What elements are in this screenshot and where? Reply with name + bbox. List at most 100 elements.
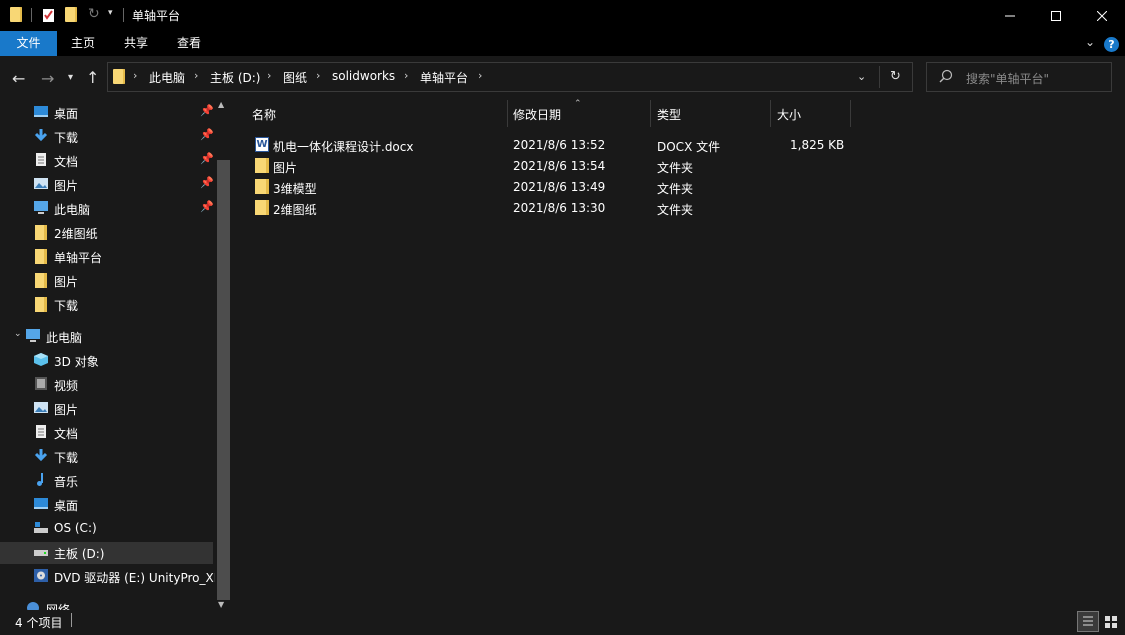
pin-icon[interactable]: 📌 [200,128,214,141]
breadcrumb-drawings[interactable]: 图纸 [283,69,307,86]
refresh-icon[interactable]: ↻ [890,69,901,84]
sidebar-item-this-pc-child[interactable]: 图片 [0,396,216,420]
divider [71,613,72,627]
sidebar-item-quick-access[interactable]: 图片 📌 [0,172,216,196]
forward-icon[interactable]: → [41,69,54,88]
file-date: 2021/8/6 13:54 [513,159,606,173]
sidebar-item-this-pc-child[interactable]: 主板 (D:) [0,540,216,564]
properties-icon[interactable] [42,7,56,23]
back-icon[interactable]: ← [12,69,25,88]
sidebar-item-quick-access[interactable]: 单轴平台 [0,244,216,268]
breadcrumb-separator: › [267,69,272,82]
column-header-type[interactable]: 类型 [657,106,681,123]
expand-ribbon-icon[interactable]: ⌄ [1085,35,1095,49]
pin-icon[interactable]: 📌 [200,200,214,213]
video-icon [33,376,49,391]
breadcrumb-this-pc[interactable]: 此电脑 [149,69,185,86]
sidebar-item-this-pc-child[interactable]: 3D 对象 [0,348,216,372]
sidebar-item-this-pc-child[interactable]: 桌面 [0,492,216,516]
help-icon[interactable]: ? [1104,37,1119,52]
breadcrumb-drive-d[interactable]: 主板 (D:) [210,69,260,86]
new-folder-icon[interactable] [65,7,79,23]
column-header-name[interactable]: 名称 [252,106,276,123]
file-row[interactable]: 2维图纸 2021/8/6 13:30 文件夹 [250,197,850,218]
tab-view[interactable]: 查看 [163,31,215,56]
desktop-icon [33,496,49,511]
column-header-size[interactable]: 大小 [777,106,801,123]
up-icon[interactable]: ↑ [86,68,99,87]
sidebar-item-this-pc-child[interactable]: 视频 [0,372,216,396]
file-type: DOCX 文件 [657,140,721,154]
file-size: 1,825 KB [790,138,845,152]
sidebar-item-label: 下载 [54,131,79,145]
file-name: 2维图纸 [273,203,317,217]
sidebar-item-quick-access[interactable]: 文档 📌 [0,148,216,172]
breadcrumb-separator: › [316,69,321,82]
sidebar-item-this-pc-child[interactable]: DVD 驱动器 (E:) UnityPro_XL [0,564,220,588]
divider [31,8,32,22]
title-bar: ↻ ▾ 单轴平台 [0,0,1125,31]
details-view-button[interactable] [1077,611,1099,632]
close-button[interactable] [1079,0,1125,31]
breadcrumb-separator: › [194,69,199,82]
pin-icon[interactable]: 📌 [200,152,214,165]
tab-home[interactable]: 主页 [57,31,109,56]
scroll-down-icon[interactable]: ▼ [218,600,224,609]
sidebar-item-quick-access[interactable]: 下载 [0,292,216,316]
folder-icon [33,224,49,240]
sidebar-item-this-pc-child[interactable]: OS (C:) [0,516,216,540]
sort-indicator-icon: ⌃ [574,99,582,109]
column-divider[interactable] [507,100,508,127]
sidebar-item-quick-access[interactable]: 桌面 📌 [0,100,216,124]
sidebar-item-this-pc-child[interactable]: 下载 [0,444,216,468]
maximize-button[interactable] [1033,0,1079,31]
divider [123,8,124,22]
item-count: 4 个项目 [15,616,63,630]
sidebar-item-label: 音乐 [54,475,79,489]
breadcrumb-solidworks[interactable]: solidworks [332,69,395,83]
pin-icon[interactable]: 📌 [200,176,214,189]
sidebar-item-this-pc-child[interactable]: 音乐 [0,468,216,492]
computer-icon [25,328,41,343]
sidebar-item-label: DVD 驱动器 (E:) UnityPro_XL [54,571,221,585]
column-divider[interactable] [650,100,651,127]
sidebar-item-quick-access[interactable]: 图片 [0,268,216,292]
sidebar-item-quick-access[interactable]: 此电脑 📌 [0,196,216,220]
file-row[interactable]: 图片 2021/8/6 13:54 文件夹 [250,155,850,176]
status-bar [0,610,1125,634]
file-row[interactable]: 3维模型 2021/8/6 13:49 文件夹 [250,176,850,197]
file-type: 文件夹 [657,161,694,175]
column-divider[interactable] [770,100,771,127]
customize-toolbar-icon[interactable]: ▾ [108,8,122,24]
file-row[interactable]: W 机电一体化课程设计.docx 2021/8/6 13:52 DOCX 文件 1,82… [250,134,850,155]
scroll-up-icon[interactable]: ▲ [218,100,224,109]
folder-icon [255,158,269,173]
sidebar-item-label: 单轴平台 [54,251,103,265]
breadcrumb-current[interactable]: 单轴平台 [420,69,468,86]
folder-icon [33,272,49,288]
document-icon [33,424,49,439]
folder-icon [255,179,269,194]
column-header-date[interactable]: 修改日期 [513,106,561,123]
sidebar-scrollbar-thumb[interactable] [217,160,230,600]
pin-icon[interactable]: 📌 [200,104,214,117]
sidebar-item-quick-access[interactable]: 2维图纸 [0,220,216,244]
sidebar-item-this-pc-child[interactable]: 文档 [0,420,216,444]
tab-share[interactable]: 共享 [109,31,163,56]
address-history-icon[interactable]: ⌄ [857,70,866,83]
3d-objects-icon [33,352,49,367]
pictures-icon [33,176,49,191]
column-divider[interactable] [850,100,851,127]
folder-icon [113,69,125,84]
tab-file[interactable]: 文件 [0,31,57,56]
chevron-down-icon[interactable]: ⌄ [14,329,22,339]
sidebar-item-label: 图片 [54,275,79,289]
sidebar-item-quick-access[interactable]: 下载 📌 [0,124,216,148]
undo-icon[interactable]: ↻ [88,6,102,22]
recent-locations-icon[interactable]: ▾ [68,72,73,83]
minimize-button[interactable] [987,0,1033,31]
sidebar-item-label: 图片 [54,403,79,417]
large-icons-view-button[interactable] [1100,611,1122,632]
sidebar-item-this-pc[interactable]: ⌄ 此电脑 [0,324,216,348]
sidebar-item-label: 下载 [54,451,79,465]
